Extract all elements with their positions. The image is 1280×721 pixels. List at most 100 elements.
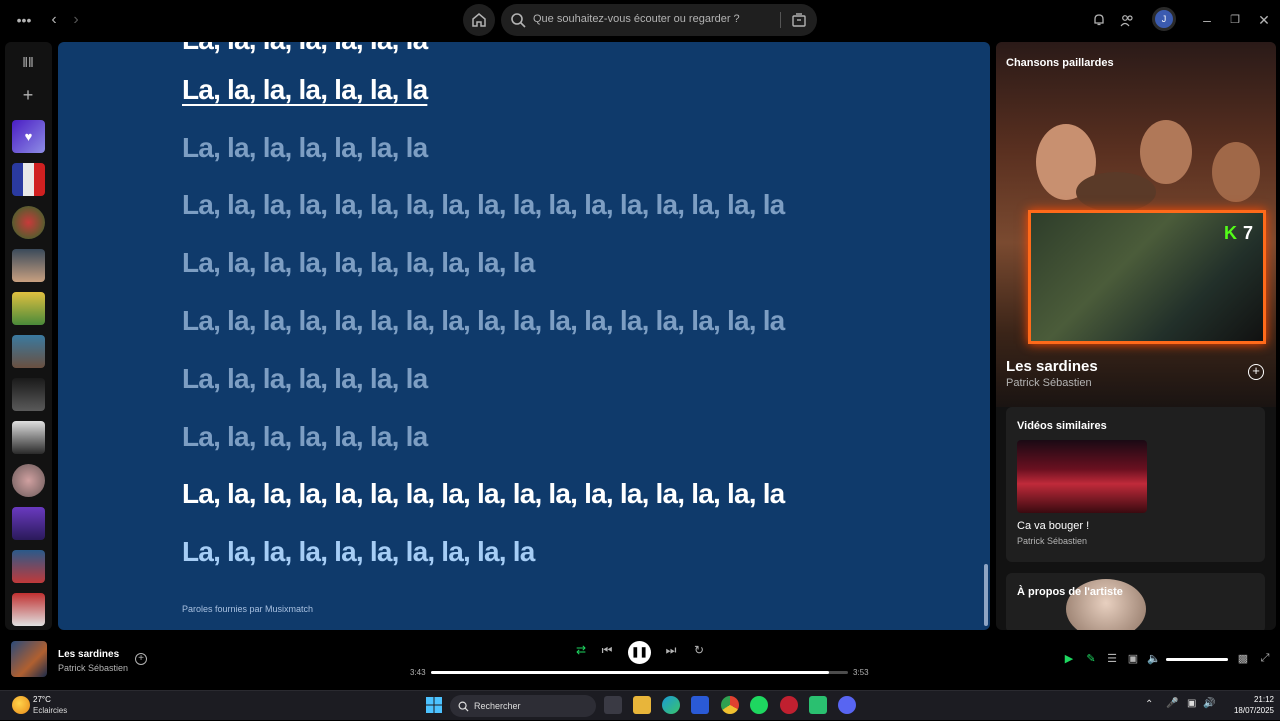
playlist-thumb[interactable] [12, 335, 45, 368]
now-playing-artist[interactable]: Patrick Sébastien [58, 663, 128, 673]
lyrics-scrollbar[interactable] [984, 564, 988, 626]
miniplayer-icon[interactable]: ▩ [1236, 652, 1250, 665]
progress-bar[interactable] [431, 671, 848, 674]
lyric-line-active[interactable]: La, la, la, la, la, la, la, la, la, la, … [182, 478, 785, 510]
minimize-icon[interactable]: – [1200, 10, 1214, 30]
monitor-icon[interactable]: ▣ [1187, 698, 1196, 709]
playlist-thumb[interactable] [12, 593, 45, 626]
lyric-line[interactable]: La, la, la, la, la, la, la [182, 363, 428, 395]
home-button[interactable] [463, 4, 495, 36]
player-bar: Les sardines Patrick Sébastien + ⇄ ⏮ ❚❚ … [0, 632, 1280, 690]
kick-badge: K7 [1224, 223, 1253, 244]
library-icon[interactable]: ‖‖ [17, 54, 39, 70]
playlist-title[interactable]: Chansons paillardes [1006, 57, 1114, 69]
friends-icon[interactable] [1120, 13, 1134, 27]
connect-device-icon[interactable]: ▣ [1126, 652, 1140, 665]
taskbar-search[interactable]: Rechercher [450, 695, 596, 717]
more-icon[interactable]: ••• [14, 10, 34, 30]
user-avatar[interactable]: J [1152, 7, 1176, 31]
file-explorer-icon[interactable] [633, 696, 651, 714]
playlist-thumb[interactable] [12, 421, 45, 454]
elapsed-time: 3:43 [410, 668, 426, 677]
about-artist-card[interactable]: À propos de l'artiste [1006, 573, 1265, 630]
liked-songs-thumb[interactable]: ♥ [12, 120, 45, 153]
previous-icon[interactable]: ⏮ [598, 643, 616, 658]
lyric-line[interactable]: La, la, la, la, la, la, la, la, la, la, … [182, 305, 785, 337]
tray-chevron-icon[interactable]: ⌃ [1145, 699, 1153, 710]
app-icon[interactable] [780, 696, 798, 714]
clock-date: 18/07/2025 [1233, 706, 1274, 715]
volume-icon[interactable]: 🔈 [1147, 652, 1161, 665]
playlist-thumb[interactable] [12, 507, 45, 540]
volume-fill [1166, 658, 1228, 661]
task-view-icon[interactable] [604, 696, 622, 714]
home-icon [472, 13, 486, 27]
add-track-button[interactable]: + [135, 653, 147, 665]
playlist-thumb[interactable] [12, 464, 45, 497]
search-divider [780, 12, 781, 28]
lyrics-credits: Paroles fournies par Musixmatch [182, 604, 314, 614]
browse-icon[interactable] [791, 12, 807, 28]
lyric-line[interactable]: La, la, la, la, la, la, la [182, 421, 428, 453]
kick-count: 7 [1242, 223, 1253, 243]
lyrics-icon[interactable]: ✎ [1084, 652, 1098, 665]
video-title[interactable]: Ca va bouger ! [1017, 520, 1089, 532]
weather-temperature[interactable]: 27°C [33, 695, 51, 704]
total-time: 3:53 [853, 668, 869, 677]
system-clock[interactable]: 21:12 18/07/2025 [1224, 694, 1274, 716]
fullscreen-icon[interactable]: ⤢ [1258, 652, 1272, 665]
shuffle-icon[interactable]: ⇄ [572, 643, 590, 657]
lyric-line[interactable]: La, la, la, la, la, la, la [182, 74, 428, 106]
lyric-line[interactable]: La, la, la, la, la, la, la, la, la, la, … [182, 189, 785, 221]
windows-taskbar: 27°C Eclaircies Rechercher ⌃ 🎤 ▣ 🔊 21:12… [0, 690, 1280, 720]
queue-icon[interactable]: ☰ [1105, 652, 1119, 665]
volume-slider[interactable] [1166, 658, 1228, 661]
store-icon[interactable] [691, 696, 709, 714]
add-to-library-button[interactable]: + [1248, 364, 1264, 380]
microphone-icon[interactable]: 🎤 [1166, 698, 1178, 709]
playlist-thumb[interactable] [12, 378, 45, 411]
video-artist[interactable]: Patrick Sébastien [1017, 536, 1087, 546]
restore-icon[interactable]: ❐ [1228, 10, 1242, 30]
chrome-icon[interactable] [721, 696, 739, 714]
back-arrow-icon[interactable]: ‹ [46, 10, 62, 30]
close-icon[interactable]: ✕ [1257, 10, 1271, 30]
spotify-icon[interactable] [750, 696, 768, 714]
artist-video-hero: Chansons paillardes K7 Les sardines Patr… [996, 42, 1276, 407]
song-title[interactable]: Les sardines [1006, 358, 1098, 375]
now-playing-cover[interactable] [11, 641, 47, 677]
pause-button[interactable]: ❚❚ [628, 641, 651, 664]
spotify-app: ••• ‹ › Que souhaitez-vous écouter ou re… [0, 0, 1280, 690]
playlist-thumb[interactable] [12, 206, 45, 239]
add-icon[interactable]: + [17, 85, 39, 106]
now-playing-view-icon[interactable]: ▶ [1062, 652, 1076, 665]
lyric-line[interactable]: La, la, la, la, la, la, la, la, la, la [182, 536, 535, 568]
app-icon[interactable] [809, 696, 827, 714]
discord-icon[interactable] [838, 696, 856, 714]
search-bar[interactable]: Que souhaitez-vous écouter ou regarder ? [501, 4, 817, 36]
lyrics-panel: La, la, la, la, la, la, la La, la, la, l… [58, 42, 990, 630]
playlist-thumb[interactable] [12, 292, 45, 325]
weather-description[interactable]: Eclaircies [33, 706, 67, 715]
next-icon[interactable]: ⏭ [662, 643, 680, 658]
playlist-thumb[interactable] [12, 249, 45, 282]
top-bar: ••• ‹ › Que souhaitez-vous écouter ou re… [0, 0, 1280, 42]
bell-icon[interactable] [1092, 13, 1106, 27]
repeat-icon[interactable]: ↻ [690, 643, 708, 657]
lyric-line[interactable]: La, la, la, la, la, la, la [182, 42, 428, 56]
lyric-line[interactable]: La, la, la, la, la, la, la [182, 132, 428, 164]
crowd-illustration [1036, 120, 1260, 212]
song-artist[interactable]: Patrick Sébastien [1006, 377, 1092, 389]
about-artist-heading: À propos de l'artiste [1017, 586, 1123, 598]
video-thumbnail[interactable] [1017, 440, 1147, 513]
start-icon[interactable] [425, 696, 443, 714]
windows-logo-icon [426, 697, 442, 713]
lyric-line[interactable]: La, la, la, la, la, la, la, la, la, la [182, 247, 535, 279]
playlist-thumb[interactable] [12, 163, 45, 196]
weather-icon[interactable] [12, 696, 30, 714]
playlist-thumb[interactable] [12, 550, 45, 583]
edge-icon[interactable] [662, 696, 680, 714]
speaker-icon[interactable]: 🔊 [1203, 698, 1215, 709]
forward-arrow-icon[interactable]: › [68, 10, 84, 30]
now-playing-title[interactable]: Les sardines [58, 649, 119, 660]
